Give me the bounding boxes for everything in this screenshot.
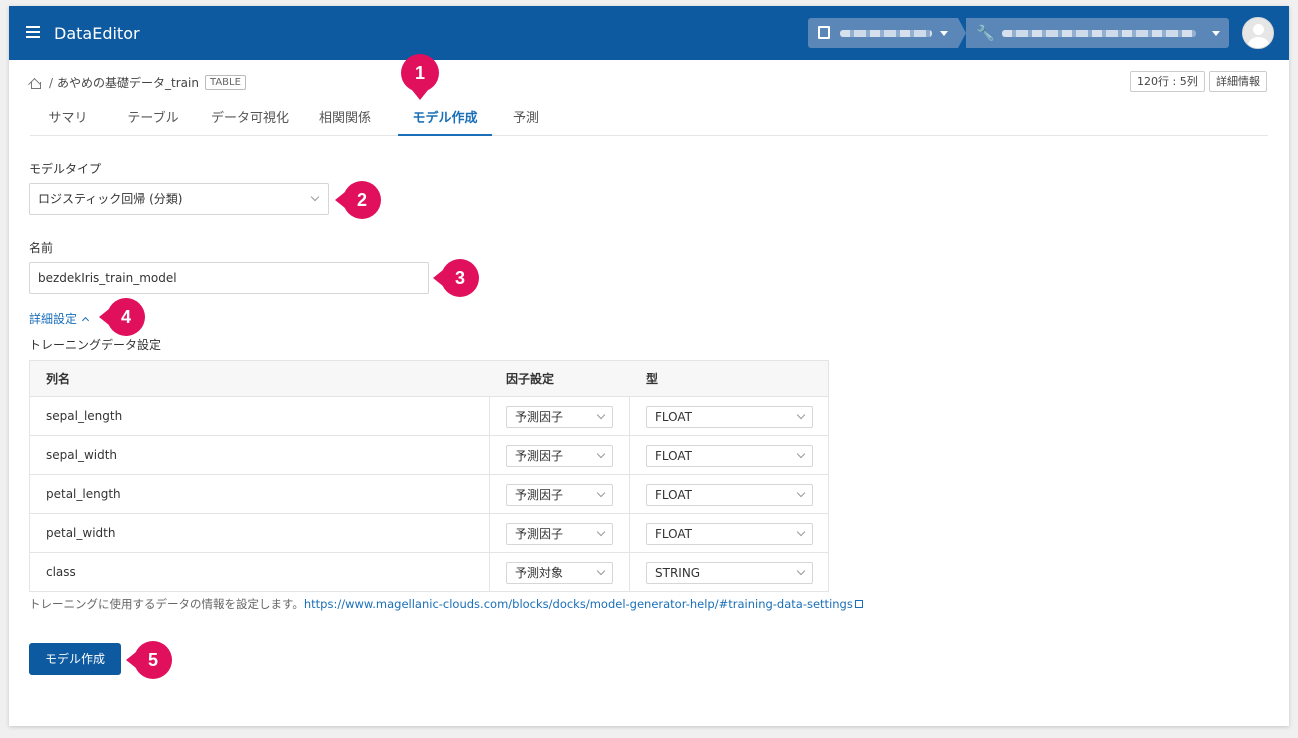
table-row: class 予測対象 STRING xyxy=(30,552,828,591)
tab-correlation[interactable]: 相関関係 xyxy=(306,106,384,136)
breadcrumb: / あやめの基礎データ_train TABLE xyxy=(29,74,246,91)
help-description: トレーニングに使用するデータの情報を設定します。 xyxy=(29,597,304,611)
organization-select[interactable] xyxy=(808,18,958,48)
column-name: petal_width xyxy=(46,526,116,540)
tab-prediction[interactable]: 予測 xyxy=(500,106,552,136)
chevron-down-icon xyxy=(796,566,806,576)
project-select[interactable]: 🔧 xyxy=(966,18,1229,48)
header-column-name: 列名 xyxy=(46,372,71,386)
type-select[interactable]: FLOAT xyxy=(646,406,813,428)
header-factor: 因子設定 xyxy=(506,372,555,386)
breadcrumb-chevron xyxy=(958,18,966,48)
training-data-table: 列名 因子設定 型 sepal_length 予測因子 FLOAT sepal_… xyxy=(29,360,829,592)
chevron-down-icon xyxy=(796,527,806,537)
type-select[interactable]: FLOAT xyxy=(646,523,813,545)
model-name-input[interactable]: bezdekIris_train_model xyxy=(29,262,429,294)
type-select[interactable]: STRING xyxy=(646,562,813,584)
factor-select[interactable]: 予測因子 xyxy=(506,406,613,428)
chevron-down-icon xyxy=(596,449,606,459)
model-type-select[interactable]: ロジスティック回帰 (分類) xyxy=(29,183,329,215)
chevron-down-icon xyxy=(596,488,606,498)
caret-down-icon xyxy=(940,31,948,36)
breadcrumb-separator: / xyxy=(49,75,54,90)
chevron-down-icon xyxy=(596,410,606,420)
caret-down-icon xyxy=(1212,31,1220,36)
type-select[interactable]: FLOAT xyxy=(646,484,813,506)
type-select[interactable]: FLOAT xyxy=(646,445,813,467)
model-type-value: ロジスティック回帰 (分類) xyxy=(38,192,183,206)
building-icon xyxy=(818,26,830,39)
app-title: DataEditor xyxy=(54,24,140,43)
tab-summary[interactable]: サマリ xyxy=(38,106,98,136)
breadcrumb-dataset: あやめの基礎データ_train xyxy=(57,76,199,90)
top-header: DataEditor 🔧 xyxy=(9,6,1289,60)
factor-select[interactable]: 予測因子 xyxy=(506,523,613,545)
tab-table[interactable]: テーブル xyxy=(116,106,190,136)
help-link[interactable]: https://www.magellanic-clouds.com/blocks… xyxy=(304,597,853,611)
tab-model-creation[interactable]: モデル作成 xyxy=(398,106,492,136)
app-window: DataEditor 🔧 / あやめの基礎データ_train TABLE 120… xyxy=(9,6,1289,726)
type-value: FLOAT xyxy=(655,449,693,463)
external-link-icon xyxy=(854,600,863,608)
model-type-label: モデルタイプ xyxy=(29,162,102,176)
chevron-down-icon xyxy=(596,527,606,537)
factor-value: 予測因子 xyxy=(515,527,564,541)
organization-name-redacted xyxy=(840,30,932,37)
create-model-button[interactable]: モデル作成 xyxy=(29,643,121,675)
factor-select[interactable]: 予測対象 xyxy=(506,562,613,584)
column-name: sepal_length xyxy=(46,409,123,423)
factor-value: 予測因子 xyxy=(515,449,564,463)
factor-value: 予測対象 xyxy=(515,566,564,580)
factor-select[interactable]: 予測因子 xyxy=(506,484,613,506)
annotation-marker-5: 5 xyxy=(126,641,172,679)
type-value: FLOAT xyxy=(655,527,693,541)
rows-cols-badge: 120行 : 5列 xyxy=(1130,71,1205,92)
type-value: STRING xyxy=(655,566,701,580)
column-name: sepal_width xyxy=(46,448,118,462)
project-name-redacted xyxy=(1002,30,1196,37)
chevron-down-icon xyxy=(796,410,806,420)
type-value: FLOAT xyxy=(655,410,693,424)
table-header-row: 列名 因子設定 型 xyxy=(30,361,828,396)
chevron-up-icon xyxy=(81,316,90,325)
annotation-marker-1: 1 xyxy=(401,54,439,100)
table-badge: TABLE xyxy=(204,75,246,90)
advanced-settings-toggle[interactable]: 詳細設定 xyxy=(29,310,90,327)
advanced-settings-label: 詳細設定 xyxy=(29,312,78,326)
details-button[interactable]: 詳細情報 xyxy=(1209,71,1267,92)
table-row: sepal_width 予測因子 FLOAT xyxy=(30,435,828,474)
home-icon[interactable] xyxy=(29,77,41,89)
user-avatar-icon[interactable] xyxy=(1242,17,1274,49)
tab-visualization[interactable]: データ可視化 xyxy=(200,106,300,136)
factor-value: 予測因子 xyxy=(515,410,564,424)
table-row: petal_width 予測因子 FLOAT xyxy=(30,513,828,552)
training-data-label: トレーニングデータ設定 xyxy=(29,338,162,352)
chevron-down-icon xyxy=(796,449,806,459)
annotation-marker-3: 3 xyxy=(433,259,479,297)
column-name: petal_length xyxy=(46,487,121,501)
annotation-marker-4: 4 xyxy=(99,298,145,336)
factor-select[interactable]: 予測因子 xyxy=(506,445,613,467)
header-type: 型 xyxy=(646,372,659,386)
type-value: FLOAT xyxy=(655,488,693,502)
factor-value: 予測因子 xyxy=(515,488,564,502)
tab-bar: サマリ テーブル データ可視化 相関関係 モデル作成 予測 xyxy=(30,106,1268,136)
name-label: 名前 xyxy=(29,241,54,255)
chevron-down-icon xyxy=(310,192,320,202)
hamburger-menu-icon[interactable] xyxy=(26,26,40,38)
chevron-down-icon xyxy=(596,566,606,576)
chevron-down-icon xyxy=(796,488,806,498)
table-row: sepal_length 予測因子 FLOAT xyxy=(30,396,828,435)
wrench-icon: 🔧 xyxy=(976,24,995,42)
annotation-marker-2: 2 xyxy=(335,181,381,219)
table-row: petal_length 予測因子 FLOAT xyxy=(30,474,828,513)
column-name: class xyxy=(46,565,76,579)
training-help-text: トレーニングに使用するデータの情報を設定します。https://www.mage… xyxy=(29,596,863,612)
